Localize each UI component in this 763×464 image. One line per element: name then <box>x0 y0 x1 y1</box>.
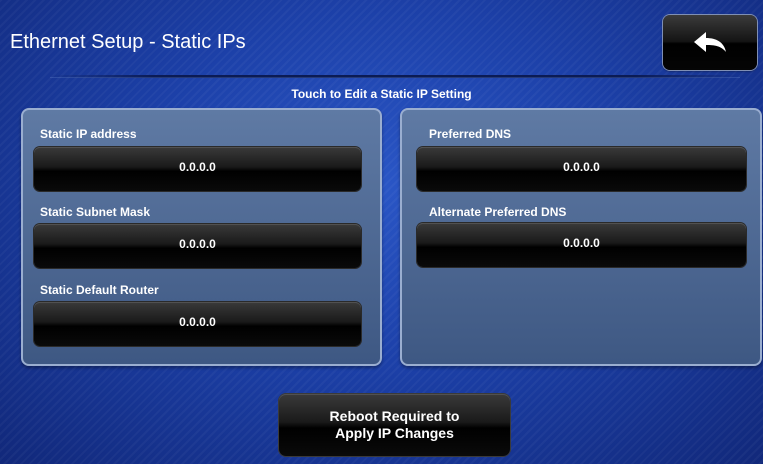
static-ip-panel: Static IP address 0.0.0.0 Static Subnet … <box>21 108 382 366</box>
static-default-router-button[interactable]: 0.0.0.0 <box>34 302 361 346</box>
static-subnet-mask-label: Static Subnet Mask <box>40 205 151 219</box>
static-subnet-mask-button[interactable]: 0.0.0.0 <box>34 224 361 268</box>
alternate-dns-value: 0.0.0.0 <box>563 236 600 250</box>
dns-panel: Preferred DNS 0.0.0.0 Alternate Preferre… <box>400 108 762 366</box>
alternate-dns-label: Alternate Preferred DNS <box>429 205 567 219</box>
back-button[interactable] <box>663 15 757 70</box>
reboot-line-2: Apply IP Changes <box>335 425 454 441</box>
preferred-dns-button[interactable]: 0.0.0.0 <box>417 147 746 191</box>
static-subnet-mask-value: 0.0.0.0 <box>179 237 216 251</box>
static-default-router-label: Static Default Router <box>40 283 159 297</box>
static-default-router-value: 0.0.0.0 <box>179 315 216 329</box>
header-divider <box>50 75 740 78</box>
alternate-dns-button[interactable]: 0.0.0.0 <box>417 223 746 267</box>
preferred-dns-label: Preferred DNS <box>429 127 512 141</box>
ethernet-setup-screen: Ethernet Setup - Static IPs Touch to Edi… <box>0 0 763 464</box>
static-ip-address-label: Static IP address <box>40 127 137 141</box>
static-ip-address-value: 0.0.0.0 <box>179 160 216 174</box>
static-ip-address-button[interactable]: 0.0.0.0 <box>34 147 361 191</box>
back-arrow-icon <box>694 31 726 52</box>
reboot-line-1: Reboot Required to <box>329 408 460 424</box>
instruction-text: Touch to Edit a Static IP Setting <box>291 87 472 101</box>
reboot-button[interactable]: Reboot Required to Apply IP Changes <box>279 394 510 456</box>
preferred-dns-value: 0.0.0.0 <box>563 160 600 174</box>
page-title: Ethernet Setup - Static IPs <box>10 31 246 53</box>
